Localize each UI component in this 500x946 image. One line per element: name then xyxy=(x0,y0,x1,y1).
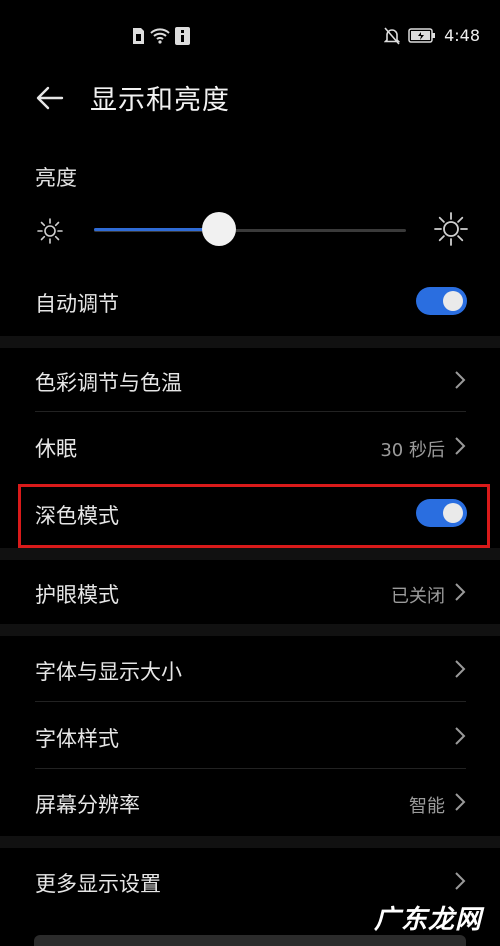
brightness-slider-fill xyxy=(94,228,219,231)
chevron-right-icon xyxy=(455,437,466,455)
chevron-right-icon xyxy=(455,727,466,745)
auto-adjust-label: 自动调节 xyxy=(35,292,119,316)
font-size-label: 字体与显示大小 xyxy=(35,660,182,684)
row-resolution[interactable]: 屏幕分辨率 智能 xyxy=(0,770,500,834)
row-sleep[interactable]: 休眠 30 秒后 xyxy=(0,414,500,478)
toggle-knob xyxy=(443,291,463,311)
row-auto-adjust[interactable]: 自动调节 xyxy=(0,283,500,323)
page-title: 显示和亮度 xyxy=(90,85,230,116)
row-font-size[interactable]: 字体与显示大小 xyxy=(0,636,500,702)
resolution-value: 智能 xyxy=(409,796,445,817)
bottom-sheet-edge xyxy=(34,935,466,946)
watermark-text: 广东龙网 xyxy=(373,905,482,935)
section-gap xyxy=(0,548,500,560)
wifi-icon xyxy=(150,28,170,44)
mute-bell-icon xyxy=(384,26,401,45)
section-gap xyxy=(0,336,500,348)
chevron-right-icon xyxy=(455,872,466,890)
eye-comfort-label: 护眼模式 xyxy=(35,583,119,607)
sun-small-icon xyxy=(37,218,63,244)
sleep-label: 休眠 xyxy=(35,437,77,461)
color-label: 色彩调节与色温 xyxy=(35,371,182,395)
chevron-right-icon xyxy=(455,660,466,678)
eye-comfort-value: 已关闭 xyxy=(391,586,445,607)
divider xyxy=(35,411,466,412)
sim-card-icon xyxy=(133,28,144,44)
row-font-style[interactable]: 字体样式 xyxy=(0,703,500,769)
section-gap xyxy=(0,624,500,636)
brightness-label: 亮度 xyxy=(35,166,77,190)
status-right-icons: 4:48 xyxy=(384,26,480,45)
section-gap xyxy=(0,836,500,848)
battery-icon xyxy=(408,28,436,43)
info-icon xyxy=(175,27,190,45)
auto-adjust-toggle[interactable] xyxy=(416,287,467,315)
sleep-value: 30 秒后 xyxy=(380,440,445,461)
back-arrow-icon[interactable] xyxy=(34,82,66,114)
status-left-icons xyxy=(132,27,190,45)
status-bar: 4:48 xyxy=(0,0,500,72)
font-style-label: 字体样式 xyxy=(35,727,119,751)
resolution-label: 屏幕分辨率 xyxy=(35,793,140,817)
chevron-right-icon xyxy=(455,793,466,811)
brightness-slider-thumb[interactable] xyxy=(201,212,236,246)
more-settings-label: 更多显示设置 xyxy=(35,872,161,896)
row-color-temperature[interactable]: 色彩调节与色温 xyxy=(0,348,500,412)
divider xyxy=(35,768,466,769)
divider xyxy=(35,701,466,702)
chevron-right-icon xyxy=(455,371,466,389)
chevron-right-icon xyxy=(455,583,466,601)
sun-large-icon xyxy=(434,212,468,246)
highlight-box xyxy=(18,484,490,548)
status-time: 4:48 xyxy=(444,26,480,45)
row-eye-comfort[interactable]: 护眼模式 已关闭 xyxy=(0,562,500,622)
